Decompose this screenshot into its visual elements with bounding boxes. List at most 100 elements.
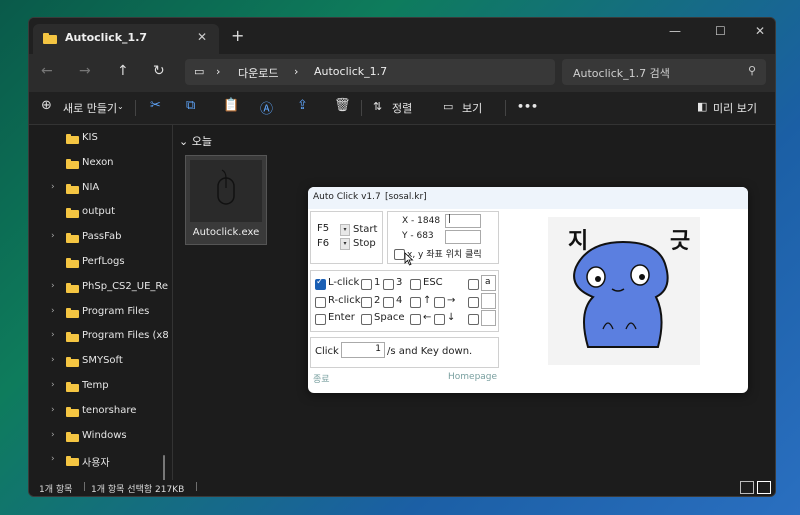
tab-autoclick[interactable]: Autoclick_1.7 ✕ (33, 24, 219, 54)
esc-checkbox[interactable] (410, 279, 421, 290)
status-bar: 1개 항목 | 1개 항목 선택함 217KB | (29, 480, 775, 496)
view-icon: ▭ (443, 100, 454, 113)
more-icon[interactable]: ••• (517, 100, 538, 113)
blue-character-icon (573, 240, 669, 348)
folder-icon (66, 233, 79, 244)
down-arrow-label: ↓ (447, 312, 456, 323)
key2-checkbox[interactable] (361, 297, 372, 308)
enter-checkbox[interactable] (315, 314, 326, 325)
search-input[interactable]: Autoclick_1.7 검색 ⚲ (562, 59, 766, 85)
custom-key3-input[interactable] (481, 310, 496, 326)
key1-checkbox[interactable] (361, 279, 372, 290)
sort-icon: ⇅ (373, 100, 383, 113)
quit-link[interactable]: 종료 (313, 372, 330, 385)
sidebar-item[interactable]: › Temp (29, 375, 169, 399)
chevron-right-icon[interactable]: › (51, 306, 55, 316)
chevron-right-icon[interactable]: › (51, 281, 55, 291)
custom-key1-input[interactable]: a (481, 275, 496, 291)
rename-icon[interactable]: Ⓐ (260, 98, 273, 117)
key3-checkbox[interactable] (383, 279, 394, 290)
plus-circle-icon[interactable]: ⊕ (41, 98, 52, 113)
chevron-right-icon[interactable]: › (51, 182, 55, 192)
chevron-right-icon[interactable]: › (51, 330, 55, 340)
coord-click-label: x, y 좌표 위치 클릭 (407, 250, 482, 260)
tab-title: Autoclick_1.7 (65, 31, 148, 44)
key4-checkbox[interactable] (383, 297, 394, 308)
sidebar-item[interactable]: › Program Files (29, 301, 169, 325)
custom-key3-checkbox[interactable] (468, 314, 479, 325)
new-tab-icon[interactable]: + (231, 26, 244, 45)
sidebar-item[interactable]: › PhSp_CS2_UE_Ret (29, 276, 169, 300)
sidebar-item[interactable]: › tenorshare (29, 400, 169, 424)
f6-dropdown[interactable]: ▾ (340, 238, 350, 250)
sidebar-item[interactable]: › Program Files (x86) (29, 325, 169, 349)
left-arrow-checkbox[interactable] (410, 314, 421, 325)
sidebar-item-label: PhSp_CS2_UE_Ret (82, 280, 168, 292)
key4-label: 4 (396, 295, 403, 306)
breadcrumb[interactable]: ▭ › 다운로드 › Autoclick_1.7 (185, 59, 555, 85)
f6-label: F6 (317, 238, 330, 249)
key1-label: 1 (374, 277, 381, 288)
sidebar-item[interactable]: › 사용자 (29, 449, 169, 473)
custom-key2-input[interactable] (481, 293, 496, 309)
chevron-right-icon[interactable]: › (51, 405, 55, 415)
sidebar-item-label: Program Files (x86) (82, 330, 168, 342)
sidebar-item[interactable]: › SMYSoft (29, 350, 169, 374)
homepage-link[interactable]: Homepage (448, 372, 497, 382)
mouse-icon (217, 169, 235, 205)
y-input[interactable] (445, 230, 481, 244)
x-input[interactable]: | (445, 214, 481, 228)
address-bar: ← → ↑ ↻ ▭ › 다운로드 › Autoclick_1.7 Autocli… (29, 54, 775, 92)
back-icon[interactable]: ← (41, 63, 53, 79)
minimize-icon[interactable]: — (669, 24, 681, 38)
copy-icon[interactable]: ⧉ (186, 98, 195, 113)
maximize-icon[interactable]: ☐ (715, 24, 726, 38)
sidebar-item[interactable]: output (29, 201, 169, 225)
up-icon[interactable]: ↑ (117, 63, 129, 79)
group-header[interactable]: ⌄ 오늘 (179, 133, 212, 149)
paste-icon[interactable]: 📋 (223, 98, 239, 113)
start-label: Start (353, 224, 378, 235)
sidebar-item[interactable]: › Windows (29, 425, 169, 449)
autoclick-titlebar: Auto Click v1.7 [sosal.kr] (308, 187, 748, 209)
close-tab-icon[interactable]: ✕ (197, 30, 207, 44)
sort-button[interactable]: 정렬 (392, 100, 412, 116)
sidebar-item[interactable]: Nexon (29, 152, 169, 176)
breadcrumb-downloads[interactable]: 다운로드 (238, 65, 278, 81)
breadcrumb-current[interactable]: Autoclick_1.7 (314, 65, 387, 78)
custom-key1-checkbox[interactable] (468, 279, 479, 290)
chevron-right-icon[interactable]: › (51, 231, 55, 241)
sidebar-item[interactable]: › PassFab (29, 226, 169, 250)
custom-key2-checkbox[interactable] (468, 297, 479, 308)
details-view-icon[interactable] (740, 481, 754, 494)
lclick-checkbox[interactable] (315, 277, 326, 290)
chevron-right-icon[interactable]: › (51, 430, 55, 440)
rclick-checkbox[interactable] (315, 297, 326, 308)
chevron-right-icon[interactable]: › (51, 355, 55, 365)
chevron-right-icon[interactable]: › (51, 454, 55, 464)
space-checkbox[interactable] (361, 314, 372, 325)
delete-icon[interactable]: 🗑 (334, 98, 351, 113)
click-rate-input[interactable]: 1 (341, 342, 385, 358)
chevron-right-icon[interactable]: › (51, 380, 55, 390)
sidebar-item[interactable]: KIS (29, 127, 169, 151)
close-window-icon[interactable]: ✕ (755, 24, 765, 38)
breadcrumb-sep-icon: › (294, 65, 299, 78)
up-arrow-checkbox[interactable] (410, 297, 421, 308)
f5-dropdown[interactable]: ▾ (340, 224, 350, 236)
sidebar-item[interactable]: › NIA (29, 177, 169, 201)
forward-icon[interactable]: → (79, 63, 91, 79)
view-button[interactable]: 보기 (462, 100, 482, 116)
sidebar-item[interactable]: PerfLogs (29, 251, 169, 275)
sidebar-item-label: Temp (82, 380, 109, 391)
sidebar-item-label: output (82, 206, 115, 218)
down-arrow-checkbox[interactable] (434, 314, 445, 325)
refresh-icon[interactable]: ↻ (153, 63, 165, 79)
file-item-autoclick[interactable]: Autoclick.exe (185, 155, 267, 245)
new-button[interactable]: 새로 만들기 (63, 100, 117, 116)
right-arrow-checkbox[interactable] (434, 297, 445, 308)
cut-icon[interactable]: ✂ (150, 98, 161, 113)
preview-button[interactable]: 미리 보기 (713, 100, 757, 116)
share-icon[interactable]: ⇪ (297, 98, 308, 113)
tiles-view-icon[interactable] (757, 481, 771, 494)
